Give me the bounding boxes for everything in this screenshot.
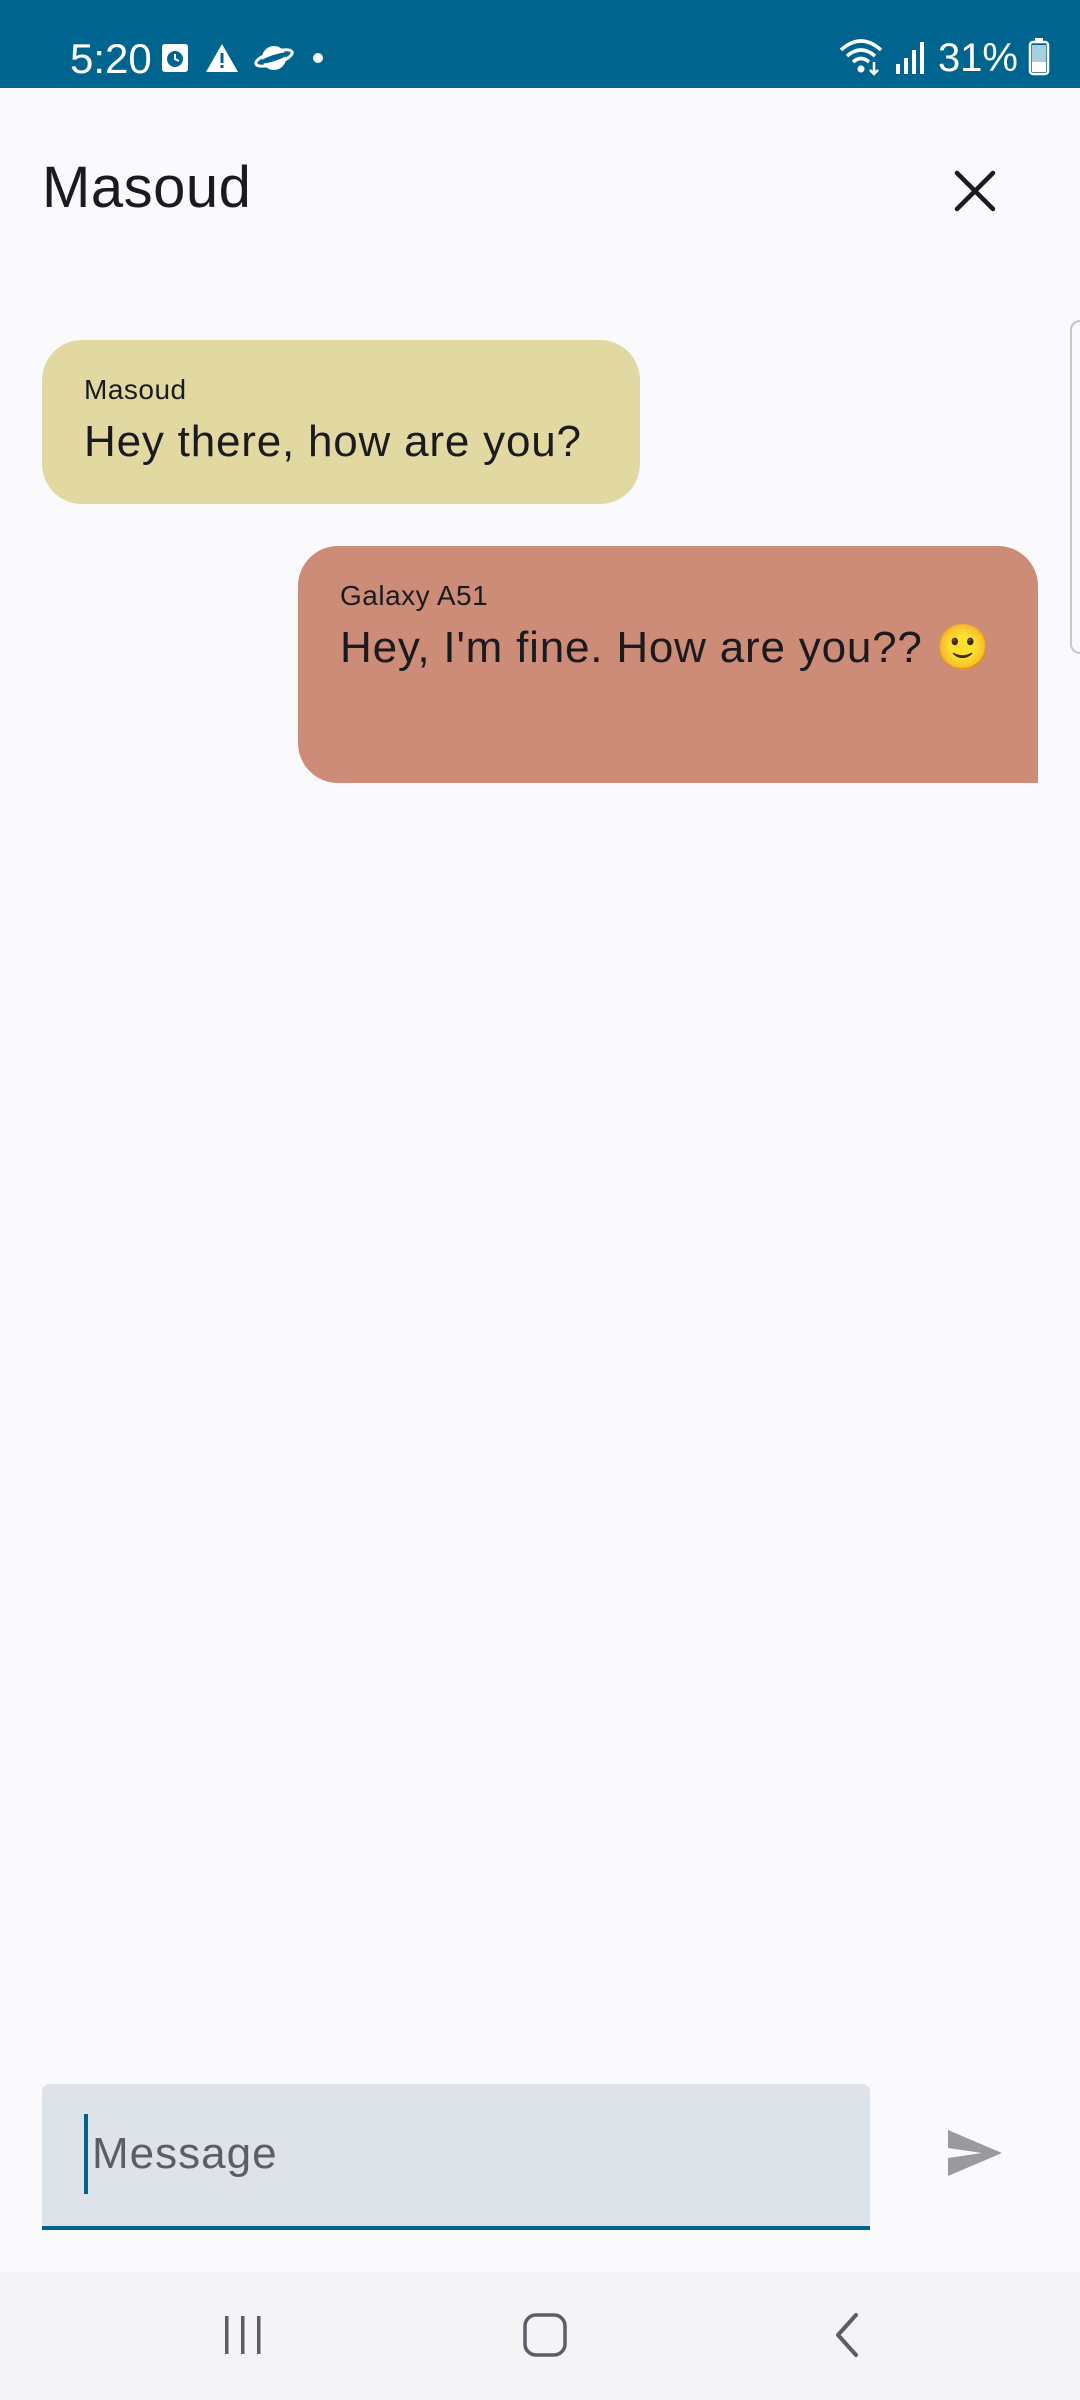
message-composer xyxy=(42,2084,870,2230)
message-input[interactable] xyxy=(84,2114,832,2194)
battery-icon xyxy=(1028,36,1050,81)
clock-app-icon xyxy=(160,42,190,79)
page-title: Masoud xyxy=(42,155,252,220)
close-icon xyxy=(953,169,997,218)
message-bubble-outgoing[interactable]: Galaxy A51 Hey, I'm fine. How are you?? … xyxy=(298,546,1038,783)
status-icons-right: 31% xyxy=(838,32,1050,84)
send-icon xyxy=(946,2128,1004,2183)
recents-button[interactable] xyxy=(198,2302,288,2372)
message-text: Hey, I'm fine. How are you?? 🙂 xyxy=(340,623,992,672)
app-bar: Masoud xyxy=(0,88,1080,302)
message-bubble-incoming[interactable]: Masoud Hey there, how are you? xyxy=(42,340,640,504)
recents-icon xyxy=(221,2314,265,2361)
system-nav-bar xyxy=(0,2272,1080,2400)
back-icon xyxy=(832,2312,862,2363)
warning-icon xyxy=(204,42,240,79)
send-button[interactable] xyxy=(930,2110,1020,2200)
dot-icon xyxy=(308,42,328,79)
close-button[interactable] xyxy=(930,148,1020,238)
home-button[interactable] xyxy=(500,2302,590,2372)
status-icons-left xyxy=(160,40,328,80)
edge-panel-handle[interactable] xyxy=(1070,320,1080,654)
status-bar: 5:20 31% xyxy=(0,0,1080,88)
back-button[interactable] xyxy=(802,2302,892,2372)
battery-percent: 31% xyxy=(937,35,1018,80)
planet-icon xyxy=(254,42,294,79)
message-text: Hey there, how are you? xyxy=(84,417,582,466)
wifi-icon xyxy=(838,36,884,81)
signal-icon xyxy=(894,36,928,81)
message-sender: Galaxy A51 xyxy=(340,580,489,611)
home-icon xyxy=(522,2312,568,2363)
message-sender: Masoud xyxy=(84,374,187,405)
